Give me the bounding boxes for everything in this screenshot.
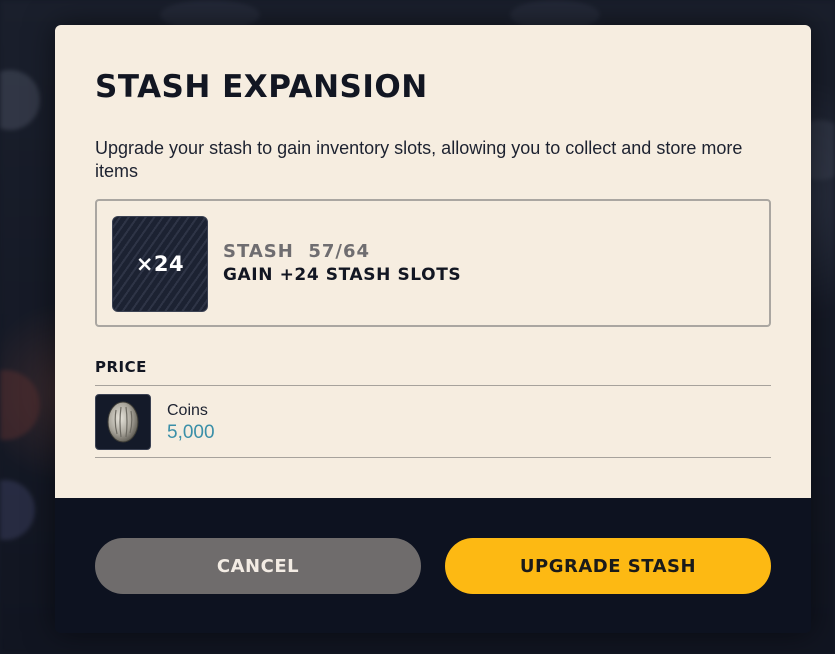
item-quantity: ×24 [135, 252, 185, 276]
price-amount: 5,000 [167, 422, 215, 443]
cancel-button[interactable]: CANCEL [95, 538, 421, 594]
currency-name: Coins [167, 402, 208, 419]
stash-expansion-dialog: STASH EXPANSION Upgrade your stash to ga… [55, 25, 811, 633]
stash-slots-thumbnail: ×24 [112, 216, 208, 312]
stash-count: STASH 57/64 [223, 241, 371, 262]
upgrade-stash-button[interactable]: UPGRADE STASH [445, 538, 771, 594]
gain-slots-text: GAIN +24 STASH SLOTS [223, 265, 462, 285]
price-divider [95, 385, 771, 386]
stash-item-card: ×24 STASH 57/64 GAIN +24 STASH SLOTS [95, 199, 771, 327]
price-label: PRICE [95, 358, 147, 376]
dialog-body: STASH EXPANSION Upgrade your stash to ga… [55, 25, 811, 498]
dialog-description: Upgrade your stash to gain inventory slo… [95, 138, 743, 181]
dialog-title: STASH EXPANSION [95, 69, 428, 105]
price-divider-bottom [95, 457, 771, 458]
coin-icon [95, 394, 151, 450]
